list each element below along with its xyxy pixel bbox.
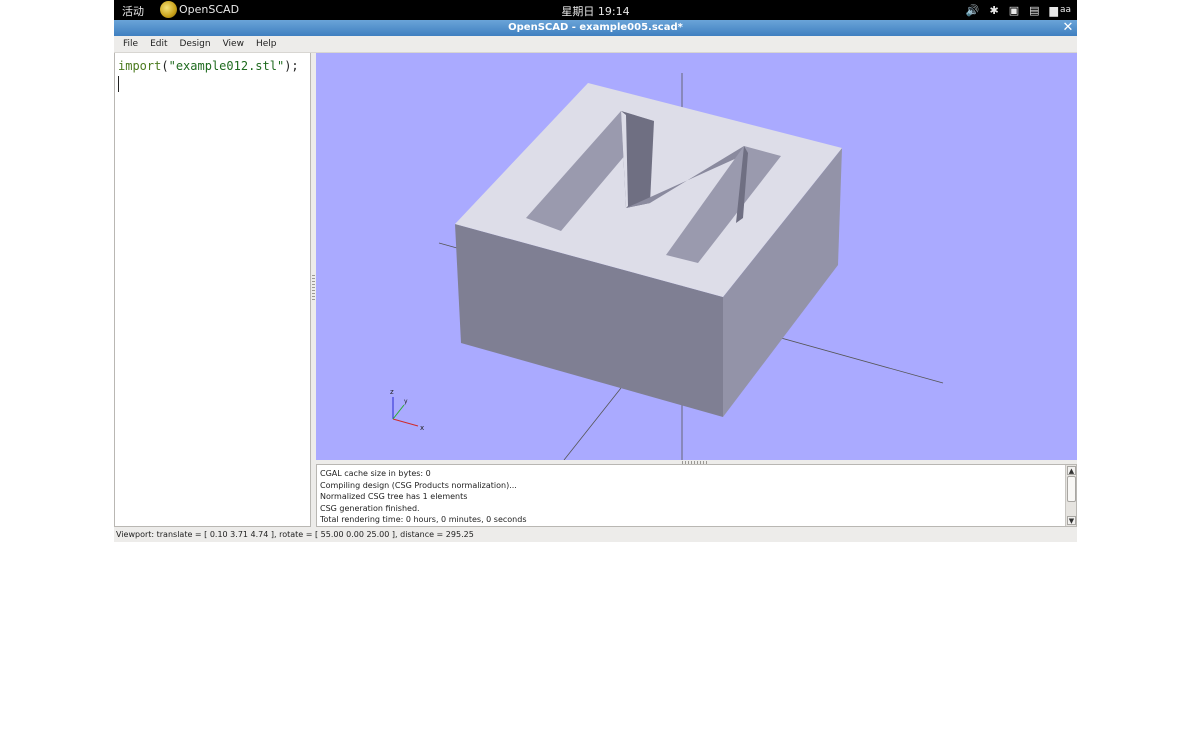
bluetooth-icon[interactable]: ✱ (989, 4, 998, 17)
console-output: CGAL cache size in bytes: 0 Compiling de… (320, 468, 1064, 526)
triad-z-label: z (390, 388, 394, 396)
code-line: import("example012.stl"); (118, 58, 307, 74)
console-line: CSG generation finished. (320, 503, 420, 513)
code-terminator: ); (284, 59, 299, 73)
code-paren: ( (161, 59, 169, 73)
scroll-thumb[interactable] (1067, 476, 1076, 502)
3d-viewport[interactable]: z y x (316, 53, 1077, 460)
system-tray: 🔊 ✱ ▣ ▤ ▆ aa (966, 1, 1071, 19)
battery-icon[interactable]: ▤ (1029, 4, 1039, 17)
window-title-bar[interactable]: OpenSCAD - example005.scad* ✕ (114, 20, 1077, 36)
console-line: Compiling design (CSG Products normaliza… (320, 480, 517, 490)
console-panel[interactable]: CGAL cache size in bytes: 0 Compiling de… (316, 464, 1077, 527)
splitter-grip-icon (312, 275, 315, 301)
volume-icon[interactable]: 🔊 (966, 4, 980, 17)
console-scrollbar[interactable]: ▲ ▼ (1065, 465, 1076, 526)
menu-view[interactable]: View (218, 39, 249, 49)
code-editor[interactable]: import("example012.stl"); (114, 53, 311, 527)
axis-line-y (563, 387, 622, 460)
code-function: import (118, 59, 162, 73)
menu-bar: File Edit Design View Help (114, 36, 1077, 53)
status-bar: Viewport: translate = [ 0.10 3.71 4.74 ]… (114, 527, 1077, 542)
menu-design[interactable]: Design (175, 39, 216, 49)
triad-x-axis (392, 418, 419, 427)
user-label: aa (1059, 5, 1071, 15)
window-title: OpenSCAD - example005.scad* (508, 22, 683, 33)
user-icon: ▆ (1049, 3, 1058, 17)
console-line: Normalized CSG tree has 1 elements (320, 492, 468, 501)
menu-edit[interactable]: Edit (145, 39, 172, 49)
close-window-button[interactable]: ✕ (1061, 21, 1075, 35)
menu-file[interactable]: File (118, 39, 143, 49)
triad-x-label: x (420, 424, 424, 432)
scroll-down-arrow-icon[interactable]: ▼ (1067, 516, 1076, 525)
clock[interactable]: 星期日 19:14 (114, 3, 1077, 19)
triad-y-axis (392, 404, 405, 420)
network-icon[interactable]: ▣ (1009, 4, 1019, 17)
system-top-bar: 活动 OpenSCAD 星期日 19:14 🔊 ✱ ▣ ▤ ▆ aa (114, 0, 1077, 20)
viewport-canvas: z y x (390, 73, 944, 460)
scroll-up-arrow-icon[interactable]: ▲ (1067, 466, 1076, 475)
console-line: CGAL cache size in bytes: 0 (320, 469, 431, 478)
text-cursor (118, 76, 119, 92)
triad-y-label: y (404, 398, 408, 405)
menu-help[interactable]: Help (251, 39, 282, 49)
code-string: "example012.stl" (168, 59, 285, 73)
console-line: Total rendering time: 0 hours, 0 minutes… (320, 515, 527, 524)
user-menu[interactable]: ▆ aa (1050, 4, 1072, 17)
